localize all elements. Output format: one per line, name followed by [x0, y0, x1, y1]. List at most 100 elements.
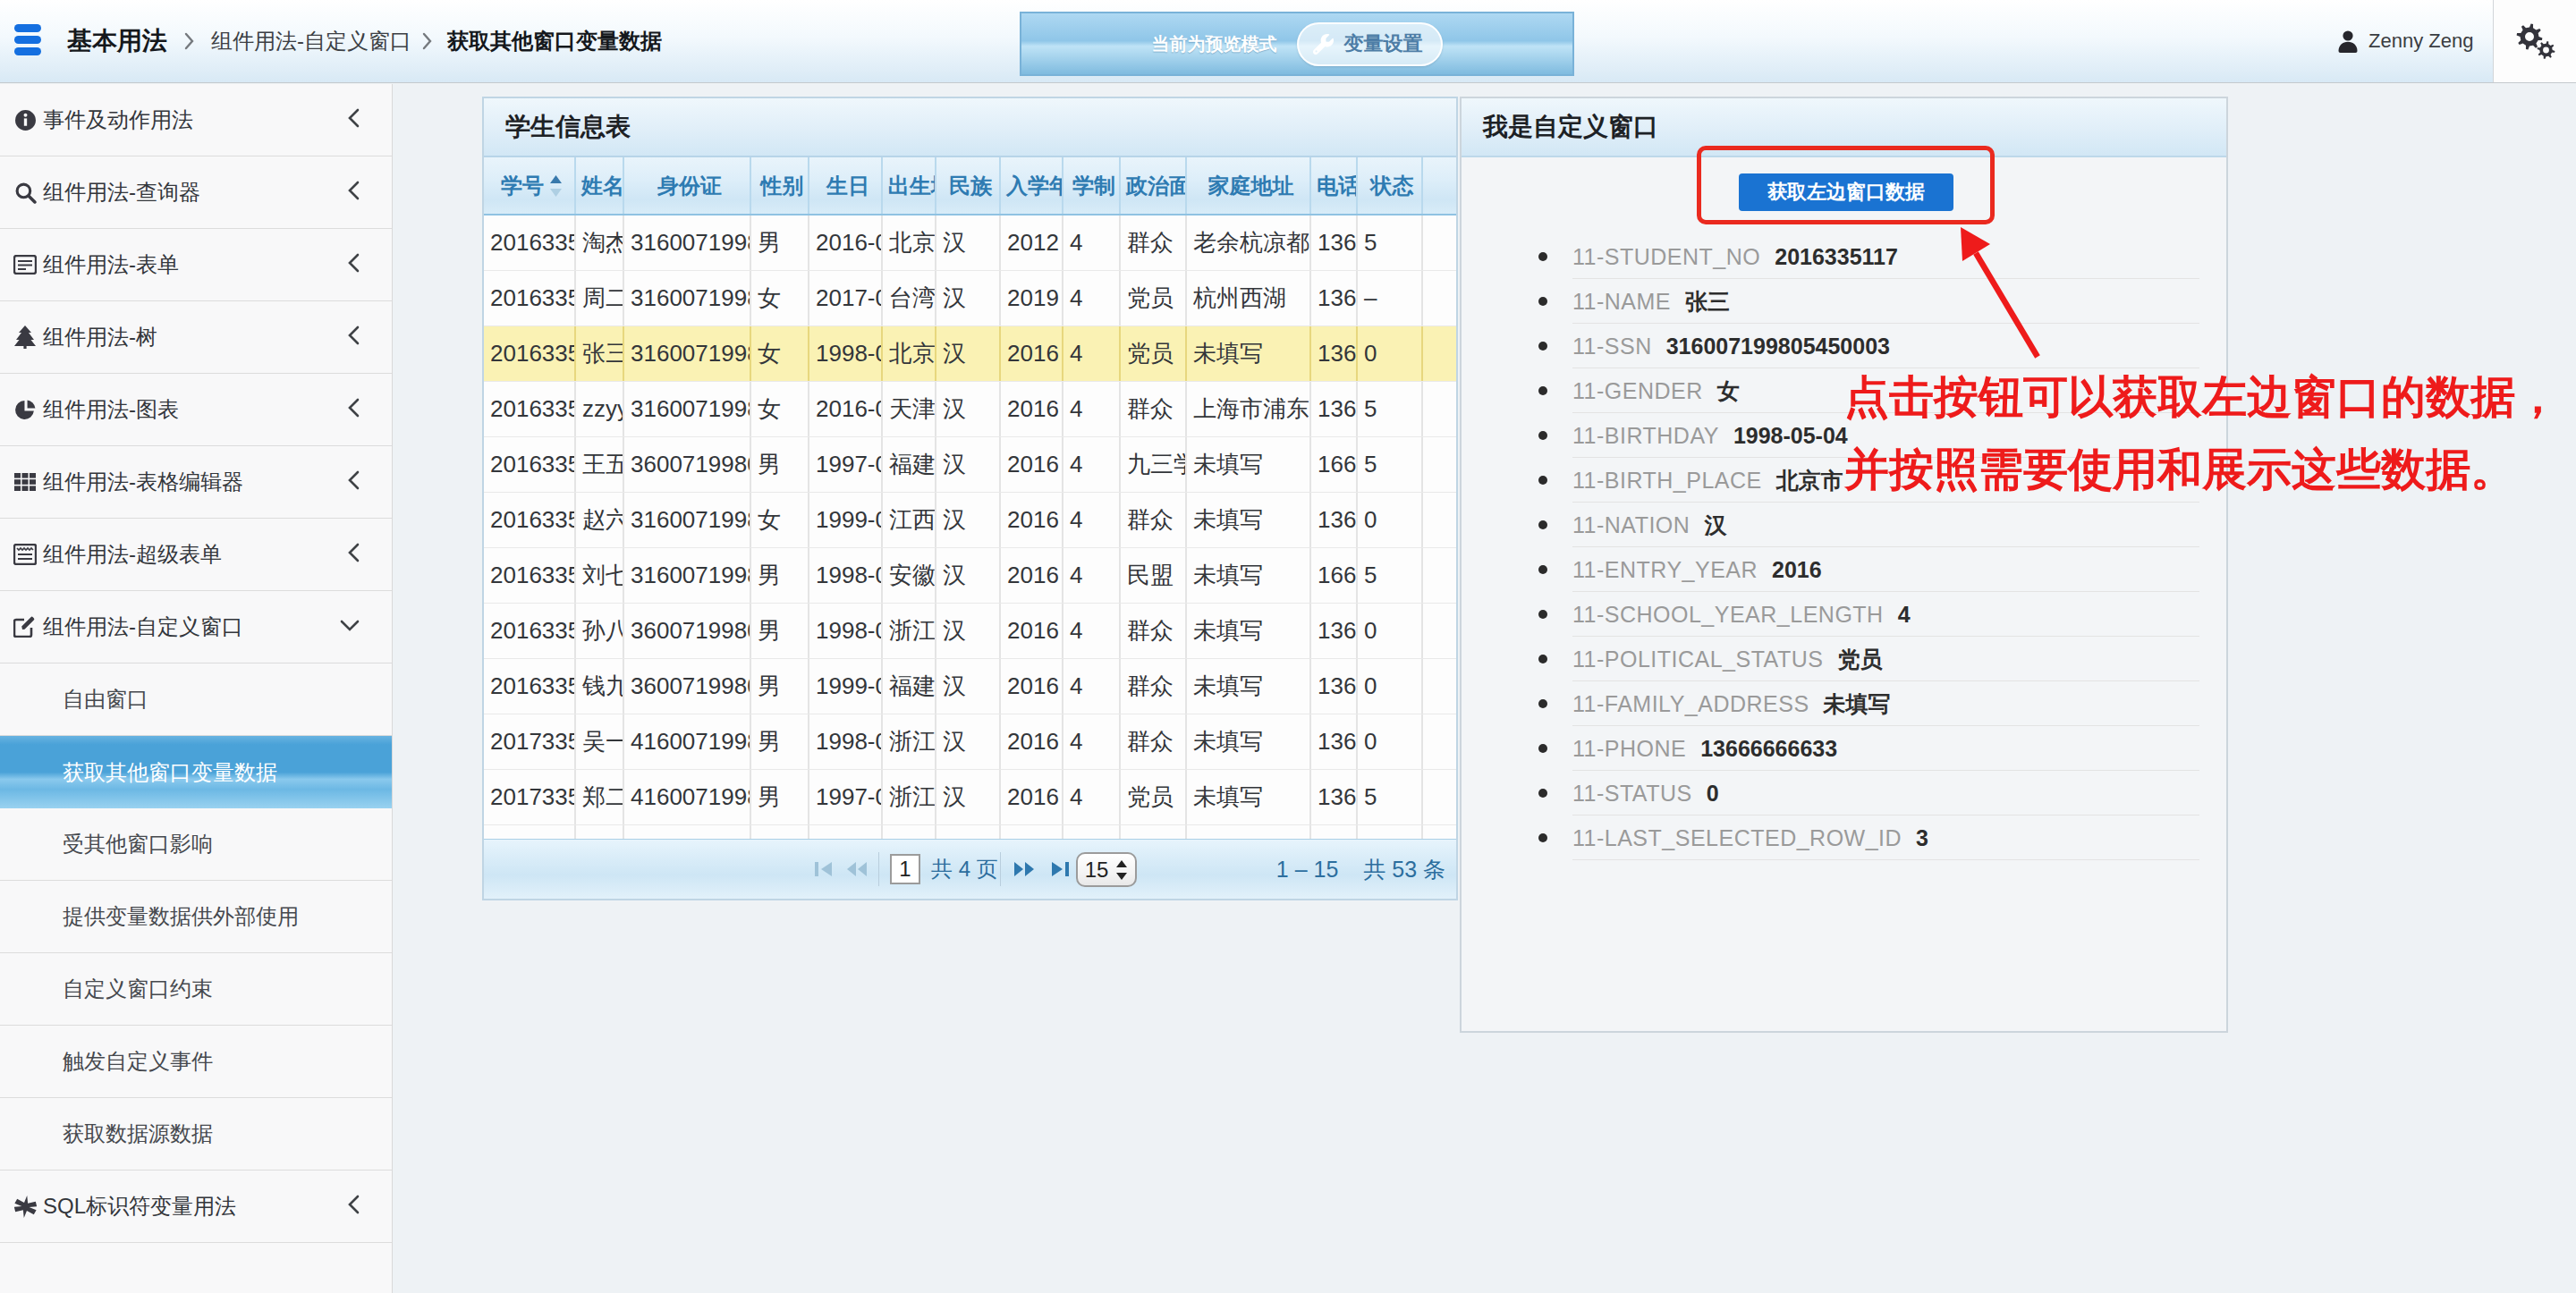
- table-cell: [624, 825, 751, 839]
- variable-label: 11-BIRTHDAY: [1572, 423, 1719, 449]
- table-cell: 2017335110: [484, 714, 576, 769]
- sidebar-item-4[interactable]: 组件用法-图表: [0, 374, 392, 446]
- admin-gear-button[interactable]: [2494, 0, 2576, 82]
- breadcrumb-parent[interactable]: 组件用法-自定义窗口: [211, 0, 411, 82]
- table-cell: 浙江省: [883, 770, 936, 824]
- table-cell: 周二: [576, 271, 624, 325]
- table-cell: 360071998054500091: [624, 659, 751, 714]
- variable-value: 316007199805450003: [1666, 334, 1890, 359]
- table-row-6[interactable]: 2016335107刘七316007199805450007男1998-05-0…: [484, 548, 1456, 604]
- sidebar-item-6[interactable]: 组件用法-超级表单: [0, 519, 392, 591]
- table-row-10[interactable]: 2017335111郑二416007199805450011男1997-05-0…: [484, 770, 1456, 825]
- sidebar-item-0[interactable]: 事件及动作用法: [0, 84, 392, 156]
- table-row-4[interactable]: 2016335105王五360071998054500051男1997-05-0…: [484, 437, 1456, 493]
- variable-label: 11-POLITICAL_STATUS: [1572, 646, 1823, 672]
- column-header-label: 电话: [1317, 172, 1358, 200]
- sidebar-item-7[interactable]: 组件用法-自定义窗口: [0, 591, 392, 663]
- column-header-12[interactable]: 状态: [1358, 157, 1423, 214]
- column-header-6[interactable]: 民族: [936, 157, 1001, 214]
- next-page-button[interactable]: [1013, 840, 1036, 899]
- sidebar-subitem-7-0[interactable]: 自由窗口: [0, 663, 392, 736]
- column-header-3[interactable]: 性别: [751, 157, 809, 214]
- table-cell: 群众: [1121, 216, 1187, 270]
- column-header-1[interactable]: 姓名: [576, 157, 624, 214]
- sidebar-item-3[interactable]: 组件用法-树: [0, 301, 392, 374]
- column-header-5[interactable]: 出生地: [883, 157, 936, 214]
- table-cell: 13606666666: [1311, 714, 1358, 769]
- page-size-value: 15: [1085, 858, 1109, 883]
- sidebar-item-label: 组件用法-表单: [43, 250, 179, 279]
- table-row-7[interactable]: 2016335108孙八360071998054500081男1998-05-0…: [484, 604, 1456, 659]
- table-row-3[interactable]: 2016335104zzyy316007199805450004女2016-05…: [484, 382, 1456, 437]
- cogs-icon: [2514, 22, 2555, 60]
- table-cell: 0: [1358, 604, 1423, 658]
- variable-item-9: 11-POLITICAL_STATUS党员: [1462, 637, 2226, 681]
- table-cell: 316007199805450007: [624, 548, 751, 603]
- menu-icon[interactable]: [14, 24, 41, 56]
- variable-value: 女: [1717, 376, 1740, 406]
- column-header-7[interactable]: 入学年份: [1001, 157, 1063, 214]
- table-row-5[interactable]: 2016335106赵六316007199805450006女1999-05-0…: [484, 493, 1456, 548]
- column-header-8[interactable]: 学制: [1063, 157, 1121, 214]
- variable-settings-button[interactable]: 变量设置: [1297, 22, 1443, 66]
- table-cell: 1998-05-04: [809, 714, 883, 769]
- table-row-0[interactable]: 2016335101淘杰316007199805450001男2016-05-0…: [484, 216, 1456, 271]
- table-cell: 汉: [936, 437, 1001, 492]
- column-header-4[interactable]: 生日: [809, 157, 883, 214]
- sidebar-subitem-7-4[interactable]: 自定义窗口约束: [0, 953, 392, 1026]
- table-cell: 2016335107: [484, 548, 576, 603]
- table-row-2[interactable]: 2016335117张三316007199805450003女1998-05-0…: [484, 326, 1456, 382]
- page-number-input[interactable]: [890, 854, 920, 884]
- column-header-9[interactable]: 政治面貌: [1121, 157, 1187, 214]
- last-page-button[interactable]: [1050, 840, 1071, 899]
- table-cell: 5: [1358, 437, 1423, 492]
- table-cell: 13606666666: [1311, 271, 1358, 325]
- prev-page-button[interactable]: [845, 840, 869, 899]
- table-row-1[interactable]: 2016335102周二316007199805450002女2017-05-0…: [484, 271, 1456, 326]
- variable-label: 11-PHONE: [1572, 736, 1686, 762]
- variable-label: 11-NATION: [1572, 512, 1690, 538]
- form-icon: [13, 253, 37, 276]
- sidebar-subitem-7-5[interactable]: 触发自定义事件: [0, 1026, 392, 1098]
- user-menu[interactable]: Zenny Zeng: [2336, 0, 2473, 82]
- column-header-10[interactable]: 家庭地址: [1187, 157, 1311, 214]
- table-row-11[interactable]: [484, 825, 1456, 839]
- sidebar-item-2[interactable]: 组件用法-表单: [0, 229, 392, 301]
- table-cell: 群众: [1121, 659, 1187, 714]
- sidebar-subitem-7-2[interactable]: 受其他窗口影响: [0, 808, 392, 881]
- table-row-9[interactable]: 2017335110吴一416007199805450010男1998-05-0…: [484, 714, 1456, 770]
- table-cell: 2016335102: [484, 271, 576, 325]
- table-cell: 党员: [1121, 770, 1187, 824]
- sidebar-subitem-7-6[interactable]: 获取数据源数据: [0, 1098, 392, 1170]
- first-page-button[interactable]: [814, 840, 835, 899]
- table-cell: 2016335109: [484, 659, 576, 714]
- table-cell: 汉: [936, 216, 1001, 270]
- variable-item-11: 11-PHONE13666666633: [1462, 726, 2226, 771]
- edit-icon: [13, 615, 37, 638]
- page: 基本用法 组件用法-自定义窗口 获取其他窗口变量数据 当前为预览模式 变量设置 …: [0, 0, 2576, 1293]
- table-cell: 男: [751, 659, 809, 714]
- table-cell: 0: [1358, 714, 1423, 769]
- table-cell: 2016-05-04: [809, 382, 883, 436]
- table-cell: 316007199805450003: [624, 326, 751, 381]
- column-header-2[interactable]: 身份证: [624, 157, 751, 214]
- pagination-bar: 共 4 页 15 1 – 15 共 53 条: [484, 839, 1456, 899]
- variable-label: 11-STATUS: [1572, 781, 1692, 807]
- table-cell: 未填写: [1187, 659, 1311, 714]
- page-size-select[interactable]: 15: [1076, 852, 1137, 887]
- table-cell: 浙江省: [883, 604, 936, 658]
- sidebar-item-1[interactable]: 组件用法-查询器: [0, 156, 392, 229]
- table-cell: 4: [1063, 548, 1121, 603]
- sidebar-item-5[interactable]: 组件用法-表格编辑器: [0, 446, 392, 519]
- column-header-label: 政治面貌: [1126, 172, 1187, 200]
- chevron-left-icon: [348, 398, 360, 421]
- table-row-8[interactable]: 2016335109钱九360071998054500091男1999-05-0…: [484, 659, 1456, 714]
- sidebar-subitem-7-3[interactable]: 提供变量数据供外部使用: [0, 881, 392, 953]
- sidebar-subitem-7-1[interactable]: 获取其他窗口变量数据: [0, 736, 392, 808]
- variable-item-10: 11-FAMILY_ADDRESS未填写: [1462, 681, 2226, 726]
- sidebar-item-8[interactable]: SQL标识符变量用法: [0, 1170, 392, 1243]
- annotation-line1: 点击按钮可以获取左边窗口的数据，: [1844, 361, 2560, 434]
- column-header-11[interactable]: 电话: [1311, 157, 1358, 214]
- column-header-0[interactable]: 学号: [484, 157, 576, 214]
- table-cell: 1998-05-04: [809, 604, 883, 658]
